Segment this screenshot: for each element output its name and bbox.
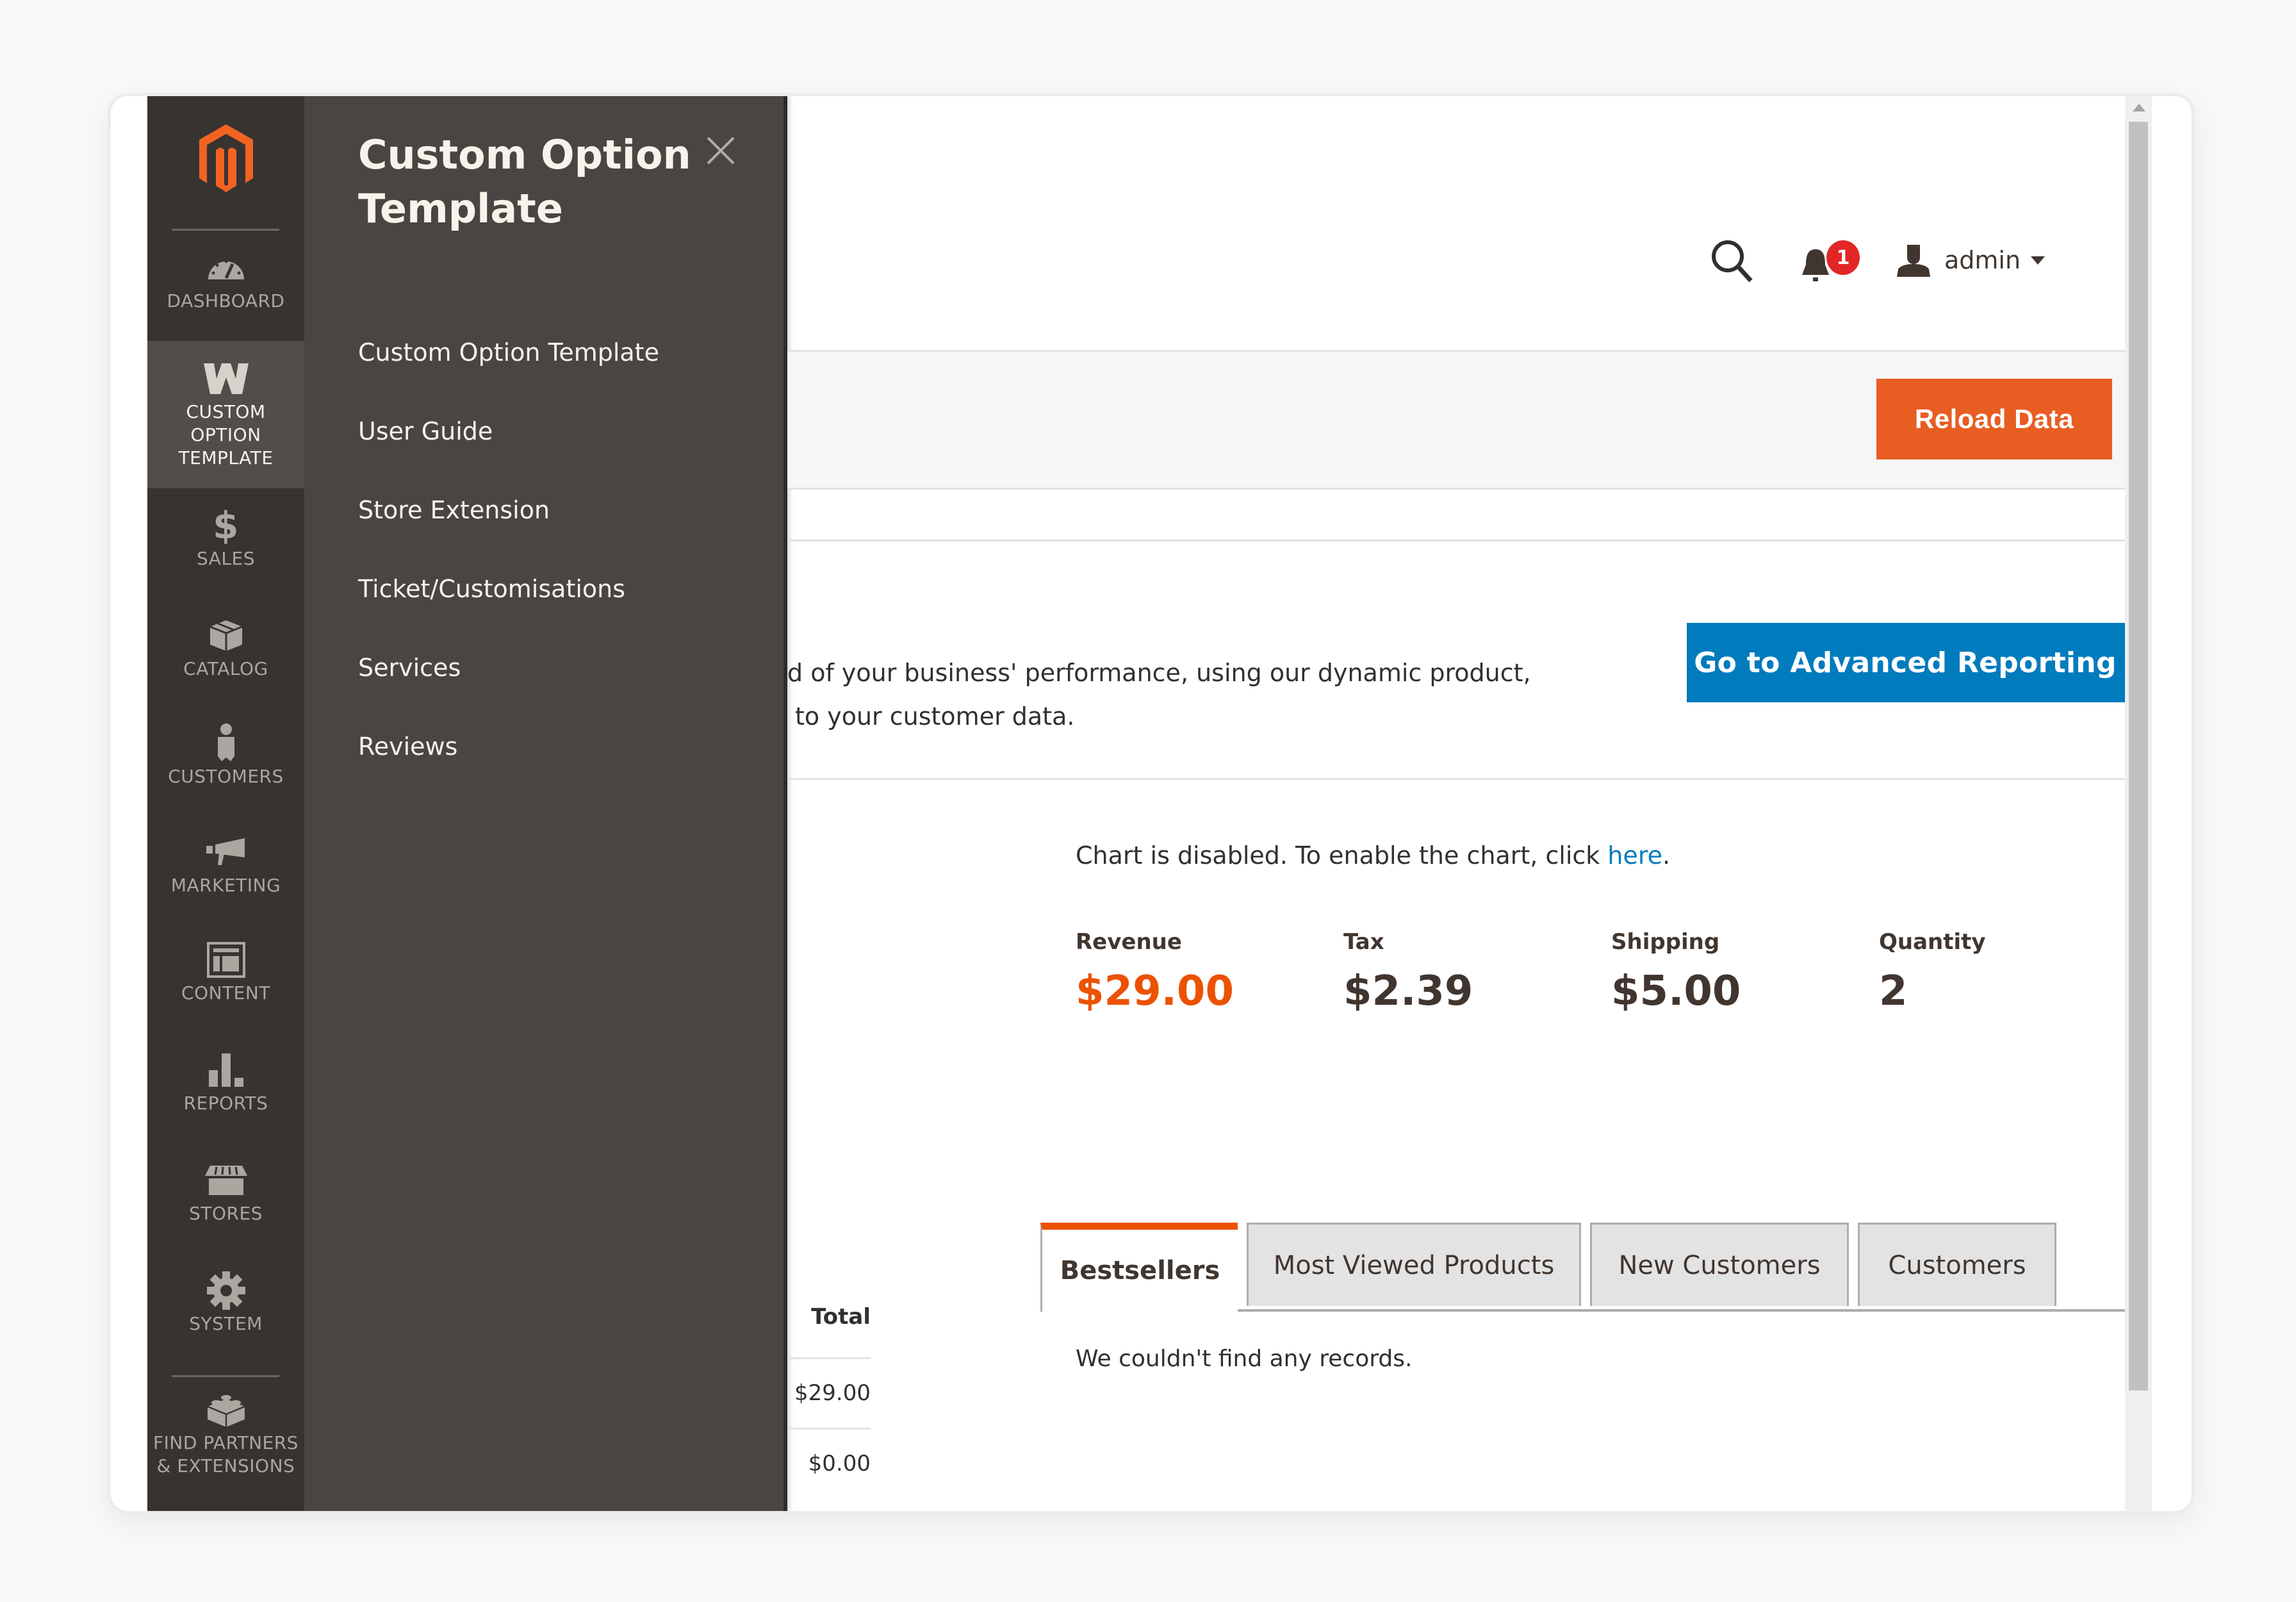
bar-chart-icon xyxy=(204,1051,249,1089)
nav-label: CONTENT xyxy=(181,982,270,1003)
panel-menu-item-services[interactable]: Services xyxy=(358,648,659,727)
vertical-scrollbar[interactable] xyxy=(2125,96,2152,1511)
total-value: $5.00 xyxy=(1611,968,1741,1015)
nav-label: SALES xyxy=(196,548,255,569)
divider xyxy=(787,540,2139,541)
nav-label: FIND PARTNERS & EXTENSIONS xyxy=(153,1432,299,1476)
admin-username: admin xyxy=(1944,246,2021,274)
browser-window: DASHBOARD CUSTOM OPTION TEMPLATE $ SALES… xyxy=(108,93,2195,1514)
nav-label: DASHBOARD xyxy=(167,290,285,311)
close-panel-button[interactable] xyxy=(701,131,740,170)
total-value: $2.39 xyxy=(1343,968,1473,1015)
total-label: Tax xyxy=(1343,929,1384,955)
global-search-button[interactable] xyxy=(1710,238,1755,283)
user-icon xyxy=(1897,245,1930,277)
dashboard-tabs: Bestsellers Most Viewed Products New Cus… xyxy=(1040,1223,2139,1312)
dollar-icon: $ xyxy=(213,504,239,547)
scrollbar-thumb[interactable] xyxy=(2129,122,2148,1391)
nav-item-sales[interactable]: $ SALES xyxy=(147,504,304,596)
chart-message-suffix: . xyxy=(1662,841,1671,870)
empty-records-message: We couldn't find any records. xyxy=(1076,1346,1413,1372)
table-row[interactable]: $0.00 xyxy=(787,1428,871,1498)
chart-message-text: Chart is disabled. To enable the chart, … xyxy=(1076,841,1608,870)
panel-menu-item-user-guide[interactable]: User Guide xyxy=(358,412,659,491)
nav-item-catalog[interactable]: CATALOG xyxy=(147,616,304,706)
total-tax: Tax $2.39 xyxy=(1343,929,1611,1015)
tab-new-customers[interactable]: New Customers xyxy=(1590,1223,1849,1306)
nav-label: STORES xyxy=(189,1203,263,1224)
custom-option-template-panel: Custom Option Template Custom Option Tem… xyxy=(304,96,787,1511)
search-icon xyxy=(1712,240,1753,283)
enable-chart-link[interactable]: here xyxy=(1607,841,1662,870)
nav-label: MARKETING xyxy=(170,875,281,896)
nav-label: CUSTOM OPTION TEMPLATE xyxy=(178,401,274,468)
box-icon xyxy=(204,616,249,655)
orders-total-column: Total $29.00 $0.00 xyxy=(787,1288,871,1498)
layout-icon xyxy=(204,941,249,979)
nav-item-dashboard[interactable]: DASHBOARD xyxy=(147,249,304,331)
total-quantity: Quantity 2 xyxy=(1879,929,2147,1015)
tab-bestsellers[interactable]: Bestsellers xyxy=(1040,1223,1238,1312)
nav-item-stores[interactable]: STORES xyxy=(147,1161,304,1251)
nav-item-marketing[interactable]: MARKETING xyxy=(147,833,304,923)
panel-menu-item-ticket-customisations[interactable]: Ticket/Customisations xyxy=(358,570,659,648)
megaphone-icon xyxy=(204,833,249,871)
column-header-total: Total xyxy=(811,1304,871,1330)
tab-most-viewed-products[interactable]: Most Viewed Products xyxy=(1247,1223,1581,1306)
magento-logo[interactable] xyxy=(147,122,304,199)
advanced-reporting-label: Go to Advanced Reporting xyxy=(1694,646,2117,679)
nav-item-find-partners[interactable]: FIND PARTNERS & EXTENSIONS xyxy=(147,1391,304,1506)
advanced-reporting-text-line-2: to your customer data. xyxy=(795,702,1075,731)
gear-icon xyxy=(204,1271,249,1310)
notifications-button[interactable]: 1 xyxy=(1800,240,1864,285)
dashboard-gauge-icon xyxy=(204,249,249,287)
panel-menu-item-reviews[interactable]: Reviews xyxy=(358,727,659,806)
total-label: Shipping xyxy=(1611,929,1720,955)
page-actions-bar: Reload Data xyxy=(787,350,2139,490)
dashboard-content: 1 admin Reload Data d of your business' … xyxy=(787,96,2156,1511)
go-to-advanced-reporting-button[interactable]: Go to Advanced Reporting xyxy=(1687,623,2151,702)
nav-separator xyxy=(172,1375,279,1377)
nav-item-custom-option-template[interactable]: CUSTOM OPTION TEMPLATE xyxy=(147,341,304,488)
custom-option-w-icon xyxy=(203,359,249,398)
reload-data-button[interactable]: Reload Data xyxy=(1876,379,2112,459)
nav-item-customers[interactable]: CUSTOMERS xyxy=(147,723,304,814)
total-label: Quantity xyxy=(1879,929,1986,955)
nav-label: CATALOG xyxy=(183,658,268,679)
table-row[interactable]: $29.00 xyxy=(787,1357,871,1428)
advanced-reporting-text-line-1: d of your business' performance, using o… xyxy=(787,659,1531,687)
total-label: Revenue xyxy=(1076,929,1182,955)
panel-title: Custom Option Template xyxy=(358,131,691,232)
total-value: 2 xyxy=(1879,968,1908,1015)
total-shipping: Shipping $5.00 xyxy=(1611,929,1879,1015)
advanced-reporting-description: d of your business' performance, using o… xyxy=(787,651,1531,738)
divider xyxy=(787,778,2139,780)
lego-brick-icon xyxy=(204,1391,249,1429)
notifications-count-badge: 1 xyxy=(1826,240,1860,275)
person-icon xyxy=(204,723,249,763)
total-revenue: Revenue $29.00 xyxy=(1076,929,1343,1015)
storefront-icon xyxy=(204,1161,249,1200)
nav-item-content[interactable]: CONTENT xyxy=(147,941,304,1030)
nav-item-reports[interactable]: REPORTS xyxy=(147,1051,304,1141)
panel-menu: Custom Option Template User Guide Store … xyxy=(358,333,659,806)
chevron-down-icon xyxy=(2031,256,2046,265)
nav-item-system[interactable]: SYSTEM xyxy=(147,1271,304,1361)
scroll-up-arrow-icon[interactable] xyxy=(2133,104,2145,111)
chart-disabled-message: Chart is disabled. To enable the chart, … xyxy=(1076,841,1670,870)
panel-menu-item-store-extension[interactable]: Store Extension xyxy=(358,491,659,570)
nav-label: REPORTS xyxy=(183,1093,268,1114)
admin-user-menu[interactable]: admin xyxy=(1896,242,2046,278)
nav-separator xyxy=(172,229,279,231)
dashboard-totals: Revenue $29.00 Tax $2.39 Shipping $5.00 … xyxy=(1076,929,2147,1015)
magento-logo-icon xyxy=(199,124,253,192)
nav-label: CUSTOMERS xyxy=(168,766,284,787)
close-icon xyxy=(707,136,735,165)
total-value: $29.00 xyxy=(1076,968,1234,1015)
nav-label: SYSTEM xyxy=(189,1313,263,1334)
tab-customers[interactable]: Customers xyxy=(1858,1223,2056,1306)
panel-menu-item-custom-option-template[interactable]: Custom Option Template xyxy=(358,333,659,412)
admin-sidebar: DASHBOARD CUSTOM OPTION TEMPLATE $ SALES… xyxy=(147,96,304,1511)
